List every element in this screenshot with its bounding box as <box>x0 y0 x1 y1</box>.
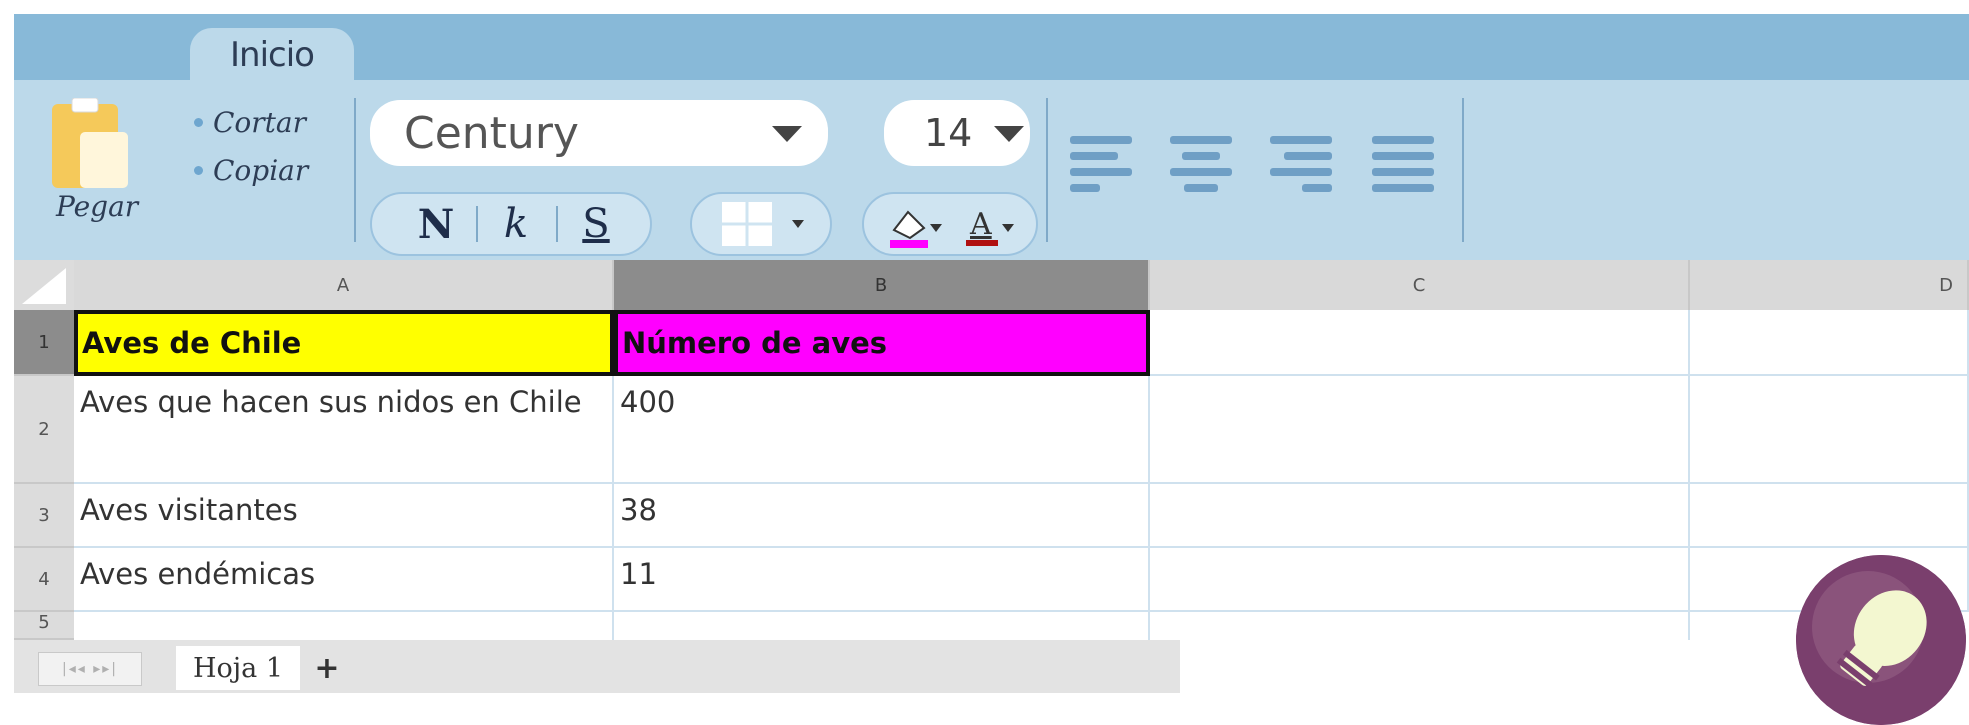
bold-button[interactable]: N <box>406 194 466 254</box>
paste-icon[interactable] <box>50 98 130 190</box>
cell-a4[interactable]: Aves endémicas <box>74 548 614 612</box>
column-header-d[interactable]: D <box>1690 260 1969 310</box>
text-style-group: N k S <box>370 192 652 256</box>
cell-a2[interactable]: Aves que hacen sus nidos en Chile <box>74 376 614 484</box>
cell-a5[interactable] <box>74 612 614 640</box>
font-size-select[interactable]: 14 <box>884 100 1030 166</box>
paste-button-label[interactable]: Pegar <box>56 190 138 223</box>
ribbon-divider <box>354 98 356 242</box>
row-header-1[interactable]: 1 <box>14 310 74 376</box>
font-color-icon[interactable]: A <box>962 200 1024 250</box>
ribbon-divider <box>1462 98 1464 242</box>
row-header-4[interactable]: 4 <box>14 548 74 612</box>
fill-color-icon[interactable] <box>884 200 946 250</box>
cell-b4[interactable]: 11 <box>614 548 1150 612</box>
row-header-2[interactable]: 2 <box>14 376 74 484</box>
column-header-b[interactable]: B <box>614 260 1150 310</box>
font-size-value: 14 <box>924 111 973 155</box>
cell-c3[interactable] <box>1150 484 1690 548</box>
ribbon-tab-strip: Inicio <box>14 14 1969 82</box>
chevron-down-icon <box>994 126 1024 142</box>
align-center-icon[interactable] <box>1170 136 1232 192</box>
column-header-a[interactable]: A <box>74 260 614 310</box>
tab-inicio[interactable]: Inicio <box>190 28 354 82</box>
cell-c2[interactable] <box>1150 376 1690 484</box>
sheet-tab-hoja-1[interactable]: Hoja 1 <box>176 646 300 690</box>
font-family-value: Century <box>404 107 579 159</box>
borders-group <box>690 192 832 256</box>
bullet-icon <box>194 166 203 175</box>
spreadsheet-app: Inicio Pegar Cortar Copiar Century 14 N … <box>14 14 1969 693</box>
select-all-corner[interactable] <box>14 260 74 310</box>
italic-button[interactable]: k <box>486 194 546 254</box>
align-right-icon[interactable] <box>1270 136 1332 192</box>
svg-text:A: A <box>969 207 992 242</box>
ribbon-divider <box>1046 98 1048 242</box>
cell-c5[interactable] <box>1150 612 1690 640</box>
ribbon: Pegar Cortar Copiar Century 14 N k S A <box>14 80 1969 260</box>
cell-d2[interactable] <box>1690 376 1969 484</box>
column-header-c[interactable]: C <box>1150 260 1690 310</box>
font-family-select[interactable]: Century <box>370 100 828 166</box>
cell-b2[interactable]: 400 <box>614 376 1150 484</box>
cell-c4[interactable] <box>1150 548 1690 612</box>
row-header-3[interactable]: 3 <box>14 484 74 548</box>
borders-icon[interactable] <box>718 202 814 246</box>
bullet-icon <box>194 118 203 127</box>
divider <box>476 206 478 242</box>
color-group: A <box>862 192 1038 256</box>
cut-button[interactable]: Cortar <box>194 106 306 139</box>
underline-button[interactable]: S <box>566 194 626 254</box>
divider <box>556 206 558 242</box>
cut-label: Cortar <box>213 106 306 139</box>
cell-d3[interactable] <box>1690 484 1969 548</box>
cell-b5[interactable] <box>614 612 1150 640</box>
cell-a1[interactable]: Aves de Chile <box>74 310 614 376</box>
copy-button[interactable]: Copiar <box>194 154 308 187</box>
cell-c1[interactable] <box>1150 310 1690 376</box>
copy-label: Copiar <box>213 154 309 187</box>
lightbulb-icon <box>1796 555 1966 725</box>
spreadsheet-grid: A B C D 1 2 3 4 5 Aves de Chile Número d… <box>14 260 1969 640</box>
sheet-tab-bar: |◂◂ ▸▸| Hoja 1 + <box>14 640 1180 693</box>
cell-b1[interactable]: Número de aves <box>614 310 1150 376</box>
chevron-down-icon <box>772 126 802 142</box>
align-justify-icon[interactable] <box>1372 136 1434 192</box>
row-header-5[interactable]: 5 <box>14 612 74 640</box>
cell-b3[interactable]: 38 <box>614 484 1150 548</box>
align-left-icon[interactable] <box>1070 136 1132 192</box>
cell-a3[interactable]: Aves visitantes <box>74 484 614 548</box>
add-sheet-button[interactable]: + <box>310 648 344 688</box>
cell-d1[interactable] <box>1690 310 1969 376</box>
sheet-nav-buttons[interactable]: |◂◂ ▸▸| <box>38 652 142 686</box>
